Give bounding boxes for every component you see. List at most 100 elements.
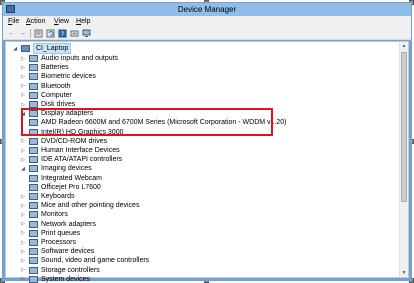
- tree-category-item[interactable]: ▷ System devices: [20, 275, 90, 283]
- expand-arrow-icon[interactable]: ▷: [20, 221, 26, 227]
- device-category-icon: [29, 165, 38, 173]
- tree-category-item[interactable]: ▷ Biometric devices: [20, 72, 96, 81]
- tree-category-item[interactable]: ◢ Imaging devices: [20, 164, 92, 173]
- tree-item-label: DVD/CD-ROM drives: [41, 137, 108, 145]
- back-arrow-icon[interactable]: ←: [7, 29, 16, 38]
- help-icon[interactable]: ?: [58, 29, 67, 38]
- tree-item-label: Integrated Webcam: [41, 174, 102, 182]
- expand-arrow-icon[interactable]: ▷: [20, 138, 26, 144]
- tree-item-label: Human Interface Devices: [41, 147, 120, 154]
- tree-root[interactable]: ◢ CI_Laptop: [12, 43, 72, 54]
- device-category-icon: [29, 275, 38, 283]
- device-category-icon: [29, 55, 38, 62]
- expand-arrow-icon[interactable]: ▷: [20, 148, 26, 154]
- expand-arrow-icon[interactable]: ▷: [20, 258, 26, 264]
- tree-category-item[interactable]: ▷ Audio inputs and outputs: [20, 54, 118, 63]
- tree-category-item[interactable]: ▷ Human Interface Devices: [20, 146, 120, 155]
- device-icon: [29, 174, 38, 182]
- expand-arrow-icon[interactable]: ▷: [20, 74, 26, 80]
- expand-arrow-icon[interactable]: ▷: [20, 102, 26, 108]
- toolbar: ← → ?: [3, 27, 411, 40]
- scrollbar-thumb[interactable]: [401, 52, 407, 202]
- vertical-scrollbar[interactable]: ▲ ▼: [399, 42, 408, 277]
- tree-item-label: Imaging devices: [41, 165, 92, 173]
- tree-category-item[interactable]: ▷ Mice and other pointing devices: [20, 201, 139, 210]
- tree-category-item[interactable]: ▷ IDE ATA/ATAPI controllers: [20, 155, 122, 164]
- device-category-icon: [29, 82, 38, 90]
- tree-item-label: Computer: [41, 91, 72, 99]
- collapse-arrow-icon[interactable]: ◢: [12, 46, 18, 52]
- device-icon: [29, 183, 38, 191]
- tree-item-label: Print queues: [41, 229, 81, 237]
- tree-category-item[interactable]: ▷ Batteries: [20, 63, 69, 72]
- tree-item-label: Biometric devices: [41, 73, 96, 81]
- tree-item-label: Network adapters: [41, 220, 96, 228]
- tree-item-label: Storage controllers: [41, 266, 100, 274]
- menu-help[interactable]: Help: [76, 18, 90, 25]
- device-tree: ◢ CI_Laptop ▷ Audio inputs and outputs ▷ Ba…: [6, 42, 400, 283]
- tree-item-label: Monitors: [41, 211, 68, 219]
- tree-item-label: Bluetooth: [41, 82, 71, 90]
- device-category-icon: [29, 229, 38, 237]
- tree-item-label: Keyboards: [41, 193, 75, 200]
- monitor-icon[interactable]: [82, 29, 91, 38]
- expand-arrow-icon[interactable]: ▷: [20, 230, 26, 236]
- forward-arrow-icon[interactable]: →: [18, 29, 27, 38]
- expand-arrow-icon[interactable]: ▷: [20, 56, 26, 62]
- tree-device-item[interactable]: Integrated Webcam: [29, 174, 102, 183]
- collapse-arrow-icon[interactable]: ◢: [20, 166, 26, 172]
- tree-category-item[interactable]: ▷ Sound, video and game controllers: [20, 256, 149, 265]
- tree-category-item[interactable]: ▷ Network adapters: [20, 220, 96, 229]
- tree-category-item[interactable]: ▷ Monitors: [20, 210, 68, 219]
- red-highlight-box: [21, 108, 273, 136]
- expand-arrow-icon[interactable]: ▷: [20, 249, 26, 255]
- menu-view[interactable]: View: [54, 18, 69, 25]
- scan-icon[interactable]: [70, 29, 79, 38]
- expand-arrow-icon[interactable]: ▷: [20, 240, 26, 246]
- tree-category-item[interactable]: ▷ Computer: [20, 91, 72, 100]
- tree-item-label: IDE ATA/ATAPI controllers: [41, 156, 123, 164]
- tree-item-label: Audio inputs and outputs: [41, 55, 119, 62]
- scroll-up-icon[interactable]: ▲: [400, 42, 408, 50]
- tree-item-label: Mice and other pointing devices: [41, 202, 140, 210]
- tree-item-label: Batteries: [41, 64, 69, 72]
- refresh-icon[interactable]: [46, 29, 55, 38]
- device-tree-panel[interactable]: ◢ CI_Laptop ▷ Audio inputs and outputs ▷ Ba…: [5, 41, 409, 283]
- expand-arrow-icon[interactable]: ▷: [20, 267, 26, 273]
- tree-device-item[interactable]: Officejet Pro L7600: [29, 183, 101, 192]
- device-category-icon: [29, 64, 38, 72]
- device-category-icon: [29, 101, 38, 108]
- tree-category-item[interactable]: ▷ DVD/CD-ROM drives: [20, 137, 107, 146]
- expand-arrow-icon[interactable]: ▷: [20, 212, 26, 218]
- tree-item-label: System devices: [41, 275, 91, 283]
- tree-category-item[interactable]: ▷ Keyboards: [20, 192, 74, 201]
- device-category-icon: [29, 73, 38, 81]
- title-bar[interactable]: Device Manager: [3, 3, 411, 16]
- expand-arrow-icon[interactable]: ▷: [20, 65, 26, 71]
- toolbar-separator: [30, 29, 31, 38]
- expand-arrow-icon[interactable]: ▷: [20, 157, 26, 163]
- tree-category-item[interactable]: ▷ Storage controllers: [20, 266, 100, 275]
- tree-category-item[interactable]: ▷ Print queues: [20, 229, 80, 238]
- tree-category-item[interactable]: ▷ Processors: [20, 238, 76, 247]
- properties-icon[interactable]: [34, 29, 43, 38]
- expand-arrow-icon[interactable]: ▷: [20, 194, 26, 200]
- expand-arrow-icon[interactable]: ▷: [20, 276, 26, 282]
- device-manager-window: Device Manager File Action View Help ← →…: [2, 2, 412, 283]
- device-category-icon: [29, 193, 38, 200]
- tree-item-label: Sound, video and game controllers: [41, 257, 150, 265]
- expand-arrow-icon[interactable]: ▷: [20, 203, 26, 209]
- expand-arrow-icon[interactable]: ▷: [20, 83, 26, 89]
- expand-arrow-icon[interactable]: ▷: [20, 92, 26, 98]
- tree-item-label: Software devices: [41, 248, 95, 256]
- menu-action[interactable]: Action: [26, 18, 45, 25]
- scroll-down-icon[interactable]: ▼: [400, 269, 408, 277]
- device-category-icon: [29, 239, 38, 246]
- device-category-icon: [29, 156, 38, 164]
- device-category-icon: [29, 257, 38, 265]
- tree-category-item[interactable]: ▷ Software devices: [20, 247, 94, 256]
- device-category-icon: [29, 248, 38, 256]
- device-category-icon: [29, 266, 38, 274]
- tree-category-item[interactable]: ▷ Bluetooth: [20, 82, 71, 91]
- menu-file[interactable]: File: [8, 18, 19, 25]
